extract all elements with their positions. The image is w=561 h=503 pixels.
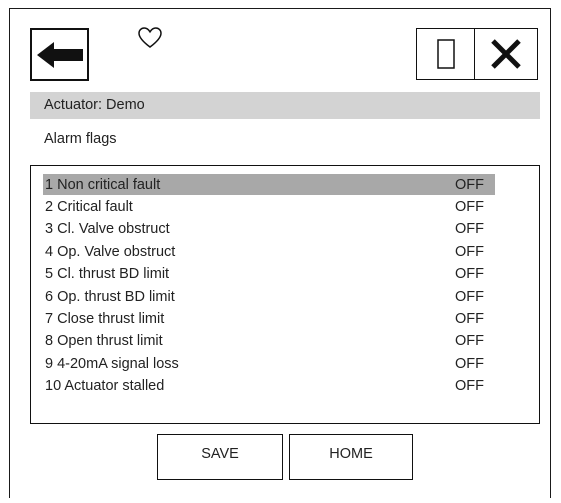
alarm-flag-label: 10 Actuator stalled [45, 378, 165, 395]
alarm-flag-value: OFF [455, 310, 484, 327]
alarm-flag-label: 9 4-20mA signal loss [45, 355, 179, 372]
alarm-flag-value: OFF [455, 378, 484, 395]
alarm-flag-value: OFF [455, 266, 484, 283]
alarm-flag-label: 7 Close thrust limit [45, 310, 165, 327]
alarm-flag-value: OFF [455, 198, 484, 215]
close-button[interactable] [475, 29, 537, 79]
list-item[interactable]: 10 Actuator stalled OFF [43, 376, 495, 397]
alarm-flag-label: 6 Op. thrust BD limit [45, 288, 175, 305]
alarm-flag-value: OFF [455, 243, 484, 260]
window-controls [416, 28, 538, 80]
alarm-flag-label: 2 Critical fault [45, 198, 133, 215]
alarm-flag-label: 8 Open thrust limit [45, 333, 163, 350]
list-item[interactable]: 4 Op. Valve obstruct OFF [43, 241, 495, 262]
save-button[interactable]: SAVE [157, 434, 283, 480]
list-item[interactable]: 8 Open thrust limit OFF [43, 331, 495, 352]
close-x-icon [491, 39, 521, 69]
alarm-flag-label: 1 Non critical fault [45, 176, 161, 193]
list-item[interactable]: 5 Cl. thrust BD limit OFF [43, 264, 495, 285]
list-item[interactable]: 6 Op. thrust BD limit OFF [43, 286, 495, 307]
heart-outline-icon [138, 27, 162, 48]
alarm-flag-value: OFF [455, 355, 484, 372]
list-item[interactable]: 9 4-20mA signal loss OFF [43, 353, 495, 374]
actuator-header: Actuator: Demo [30, 92, 540, 119]
list-item[interactable]: 2 Critical fault OFF [43, 196, 495, 217]
alarm-flag-value: OFF [455, 176, 484, 193]
alarm-flag-label: 5 Cl. thrust BD limit [45, 266, 170, 283]
home-button[interactable]: HOME [289, 434, 413, 480]
actuator-label: Actuator: Demo [44, 97, 145, 113]
back-button[interactable] [30, 28, 89, 81]
alarm-flag-value: OFF [455, 288, 484, 305]
window-button[interactable] [417, 29, 475, 79]
favorite-button[interactable] [136, 25, 164, 51]
list-item[interactable]: 3 Cl. Valve obstruct OFF [43, 219, 495, 240]
alarm-flag-value: OFF [455, 221, 484, 238]
arrow-left-icon [36, 41, 83, 68]
page-title: Alarm flags [44, 131, 117, 147]
alarm-flag-label: 3 Cl. Valve obstruct [45, 221, 170, 238]
list-item[interactable]: 1 Non critical fault OFF [43, 174, 495, 195]
list-item[interactable]: 7 Close thrust limit OFF [43, 308, 495, 329]
alarm-flag-label: 4 Op. Valve obstruct [45, 243, 176, 260]
alarm-flag-value: OFF [455, 333, 484, 350]
square-outline-icon [436, 39, 455, 69]
alarm-flags-list[interactable]: 1 Non critical fault OFF 2 Critical fault O… [30, 165, 540, 424]
